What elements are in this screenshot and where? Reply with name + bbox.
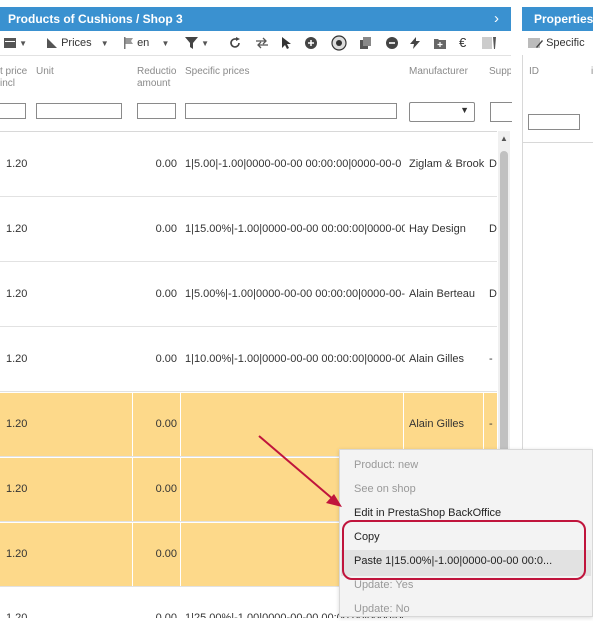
annotation-arrow	[258, 435, 342, 507]
